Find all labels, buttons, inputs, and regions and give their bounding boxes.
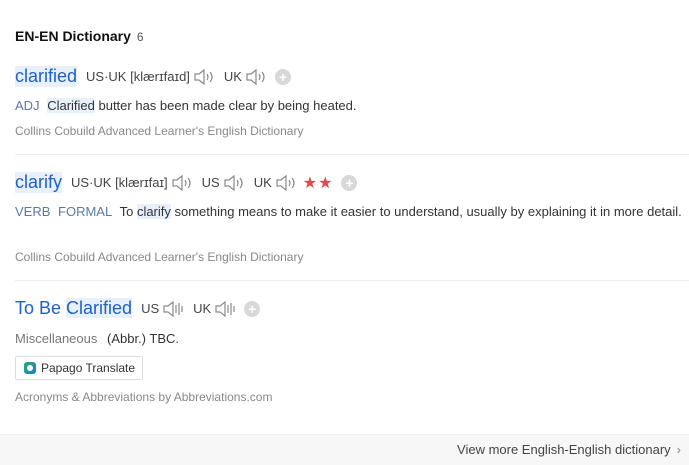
definition-text: (Abbr.) TBC. bbox=[107, 331, 180, 346]
speaker-icon[interactable] bbox=[275, 174, 297, 192]
result-count: 6 bbox=[136, 30, 144, 44]
highlighted-word: clarify bbox=[136, 204, 171, 219]
divider bbox=[15, 280, 689, 281]
uk-label: UK bbox=[253, 175, 272, 190]
uk-label: UK bbox=[193, 301, 212, 316]
add-icon[interactable]: + bbox=[244, 300, 261, 317]
section-title-text: EN-EN Dictionary bbox=[15, 28, 131, 44]
divider bbox=[15, 154, 689, 155]
pronunciation-label: US·UK [klærɪfaɪd] bbox=[86, 69, 190, 84]
view-more-link[interactable]: View more English-English dictionary › bbox=[457, 442, 681, 457]
definition-text: something means to make it easier to und… bbox=[170, 204, 682, 219]
us-label: US bbox=[201, 175, 220, 190]
papago-translate-label: Papago Translate bbox=[41, 361, 136, 375]
frequency-stars: ★★ bbox=[302, 174, 334, 192]
speaker-icon[interactable] bbox=[214, 300, 236, 318]
headword-link[interactable]: clarify bbox=[15, 172, 63, 193]
headword-link[interactable]: To Be Clarified bbox=[15, 298, 133, 319]
speaker-icon[interactable] bbox=[223, 174, 245, 192]
definition-text: To bbox=[119, 204, 137, 219]
speaker-icon[interactable] bbox=[193, 68, 215, 86]
pronunciation-label: US·UK [klærɪfaɪ] bbox=[71, 175, 168, 190]
definition: ADJ Clarified butter has been made clear… bbox=[15, 96, 689, 116]
headword-prefix: To Be bbox=[15, 298, 67, 318]
register-label: FORMAL bbox=[58, 204, 113, 219]
add-icon[interactable]: + bbox=[274, 68, 291, 85]
uk-label: UK bbox=[223, 69, 242, 84]
speaker-icon[interactable] bbox=[162, 300, 184, 318]
add-icon[interactable]: + bbox=[341, 174, 358, 191]
part-of-speech: VERB bbox=[15, 204, 51, 219]
entry-to-be-clarified: To Be Clarified US UK + bbox=[15, 298, 689, 319]
source-label: Collins Cobuild Advanced Learner's Engli… bbox=[15, 250, 304, 264]
view-more-label: View more English-English dictionary bbox=[457, 442, 671, 457]
papago-translate-button[interactable]: Papago Translate bbox=[15, 356, 143, 380]
definition: Miscellaneous (Abbr.) TBC. bbox=[15, 329, 689, 349]
definition: VERB FORMAL To clarify something means t… bbox=[15, 202, 689, 222]
chevron-right-icon: › bbox=[676, 442, 681, 457]
part-of-speech: ADJ bbox=[15, 98, 40, 113]
us-label: US bbox=[141, 301, 160, 316]
papago-icon bbox=[24, 362, 36, 374]
section-title: EN-EN Dictionary 6 bbox=[15, 28, 144, 44]
entry-clarified: clarified US·UK [klærɪfaɪd] UK + bbox=[15, 66, 689, 87]
highlighted-word: Clarified bbox=[47, 98, 95, 113]
entry-clarify: clarify US·UK [klærɪfaɪ] US UK ★★ + bbox=[15, 172, 689, 193]
category-label: Miscellaneous bbox=[15, 331, 98, 346]
speaker-icon[interactable] bbox=[245, 68, 267, 86]
source-label: Acronyms & Abbreviations by Abbreviation… bbox=[15, 390, 273, 404]
headword-highlight: Clarified bbox=[66, 298, 133, 318]
definition-text: butter has been made clear by being heat… bbox=[94, 98, 357, 113]
source-label: Collins Cobuild Advanced Learner's Engli… bbox=[15, 124, 304, 138]
speaker-icon[interactable] bbox=[171, 174, 193, 192]
headword-link[interactable]: clarified bbox=[15, 66, 78, 87]
